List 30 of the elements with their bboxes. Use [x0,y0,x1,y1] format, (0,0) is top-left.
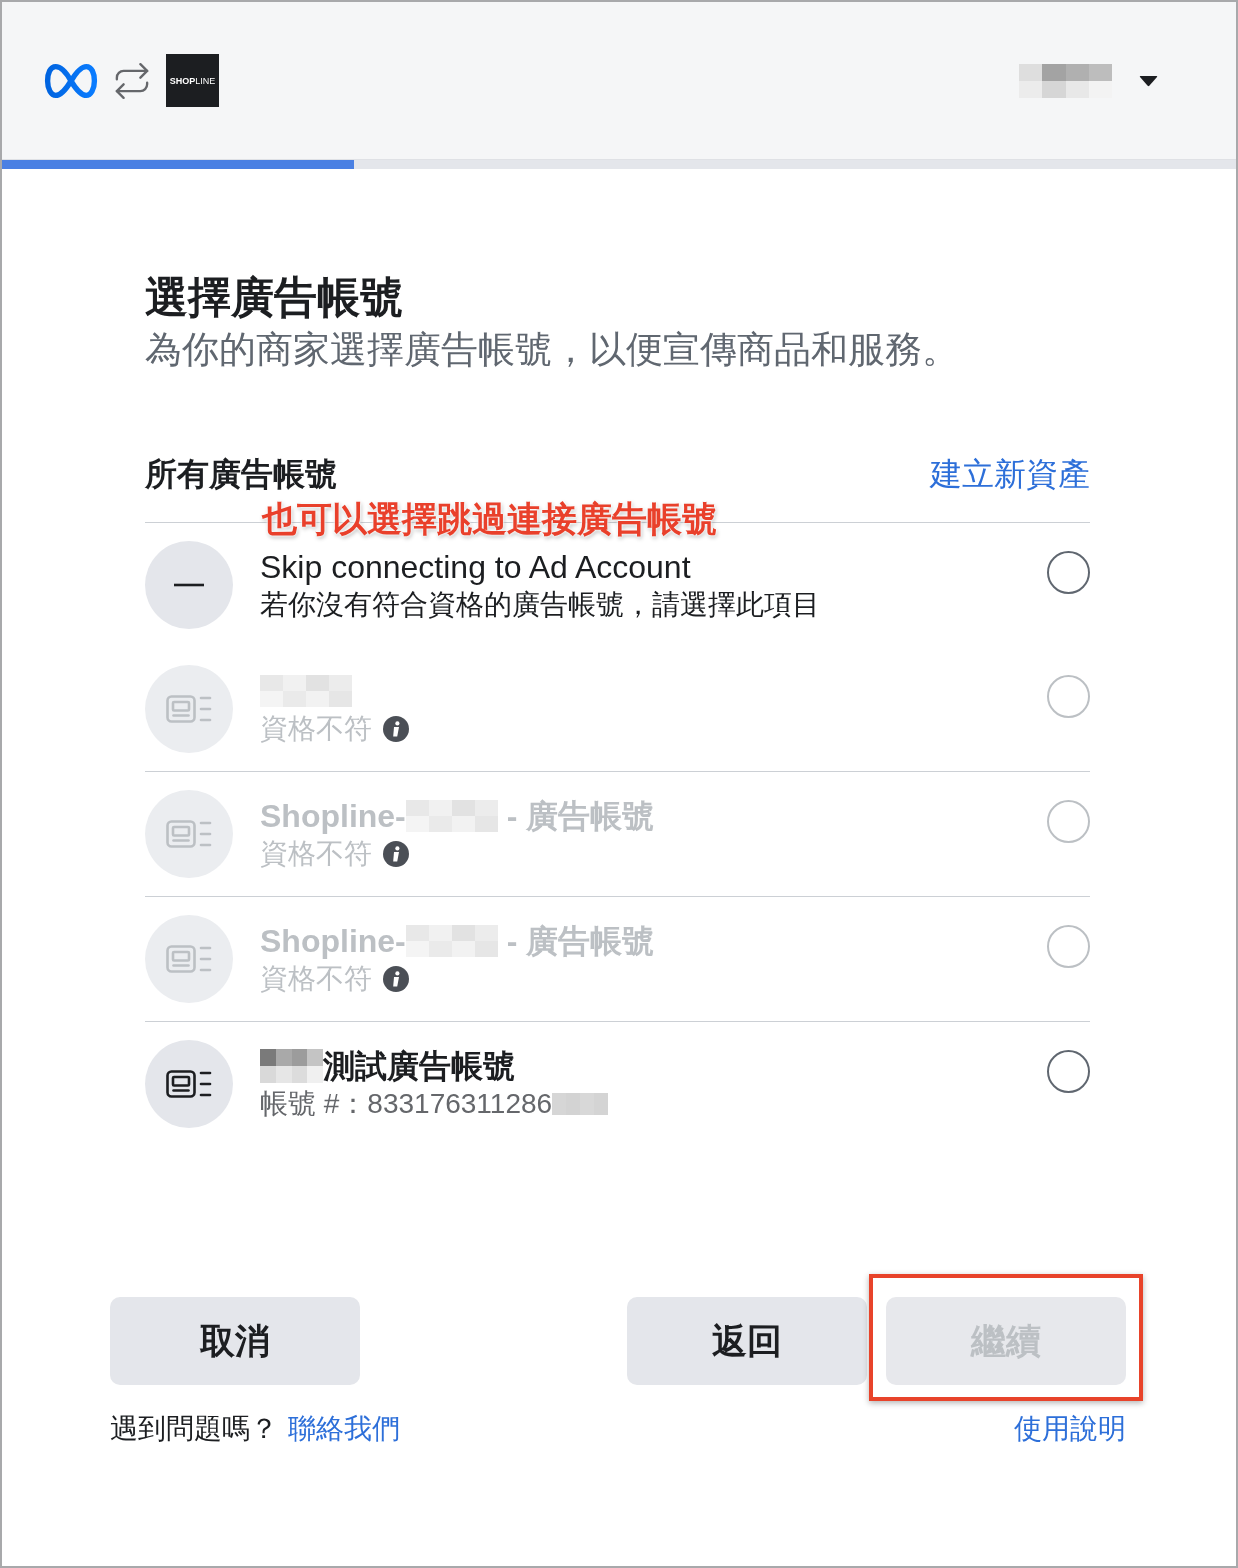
account-name: - 廣告帳號 [505,922,655,961]
create-asset-link[interactable]: 建立新資產 [930,454,1090,494]
account-number: 帳號 #：833176311286 [260,1087,553,1121]
account-name: 測試廣告帳號 [323,1047,515,1086]
store-logo: SHOPLINE [166,54,219,107]
option-description: 若你沒有符合資格的廣告帳號，請選擇此項目 [260,588,820,622]
status-text: 資格不符 [260,712,372,746]
radio-button[interactable] [1047,551,1090,594]
status-text: 資格不符 [260,962,372,996]
action-button[interactable]: 取消 [110,1297,360,1385]
infinity-icon[interactable] [44,61,98,100]
account-name: - 廣告帳號 [505,797,655,836]
contact-link[interactable]: 聯絡我們 [288,1409,400,1449]
option-title: Skip connecting to Ad Account [260,548,691,587]
caret-icon[interactable] [1139,74,1158,87]
account-name: Shopline- [260,922,406,961]
help-link[interactable]: 使用說明 [1014,1409,1126,1449]
help-question: 遇到問題嗎？ [110,1412,278,1446]
status-text: 資格不符 [260,837,372,871]
annotation-text: 也可以選擇跳過連接廣告帳號 [262,499,717,539]
radio-button[interactable] [1047,1050,1090,1093]
action-button[interactable]: 返回 [627,1297,867,1385]
page-title: 選擇廣告帳號 [145,272,404,322]
page-subtitle: 為你的商家選擇廣告帳號，以便宣傳商品和服務。 [145,328,960,372]
account-name: Shopline- [260,797,406,836]
section-heading: 所有廣告帳號 [145,455,337,494]
redaction-drawing [260,1049,323,1083]
swap-arrows-icon [113,62,151,99]
redaction-drawing [552,1093,609,1115]
account-row[interactable]: 測試廣告帳號 帳號 #：833176311286 [145,1022,1090,1146]
